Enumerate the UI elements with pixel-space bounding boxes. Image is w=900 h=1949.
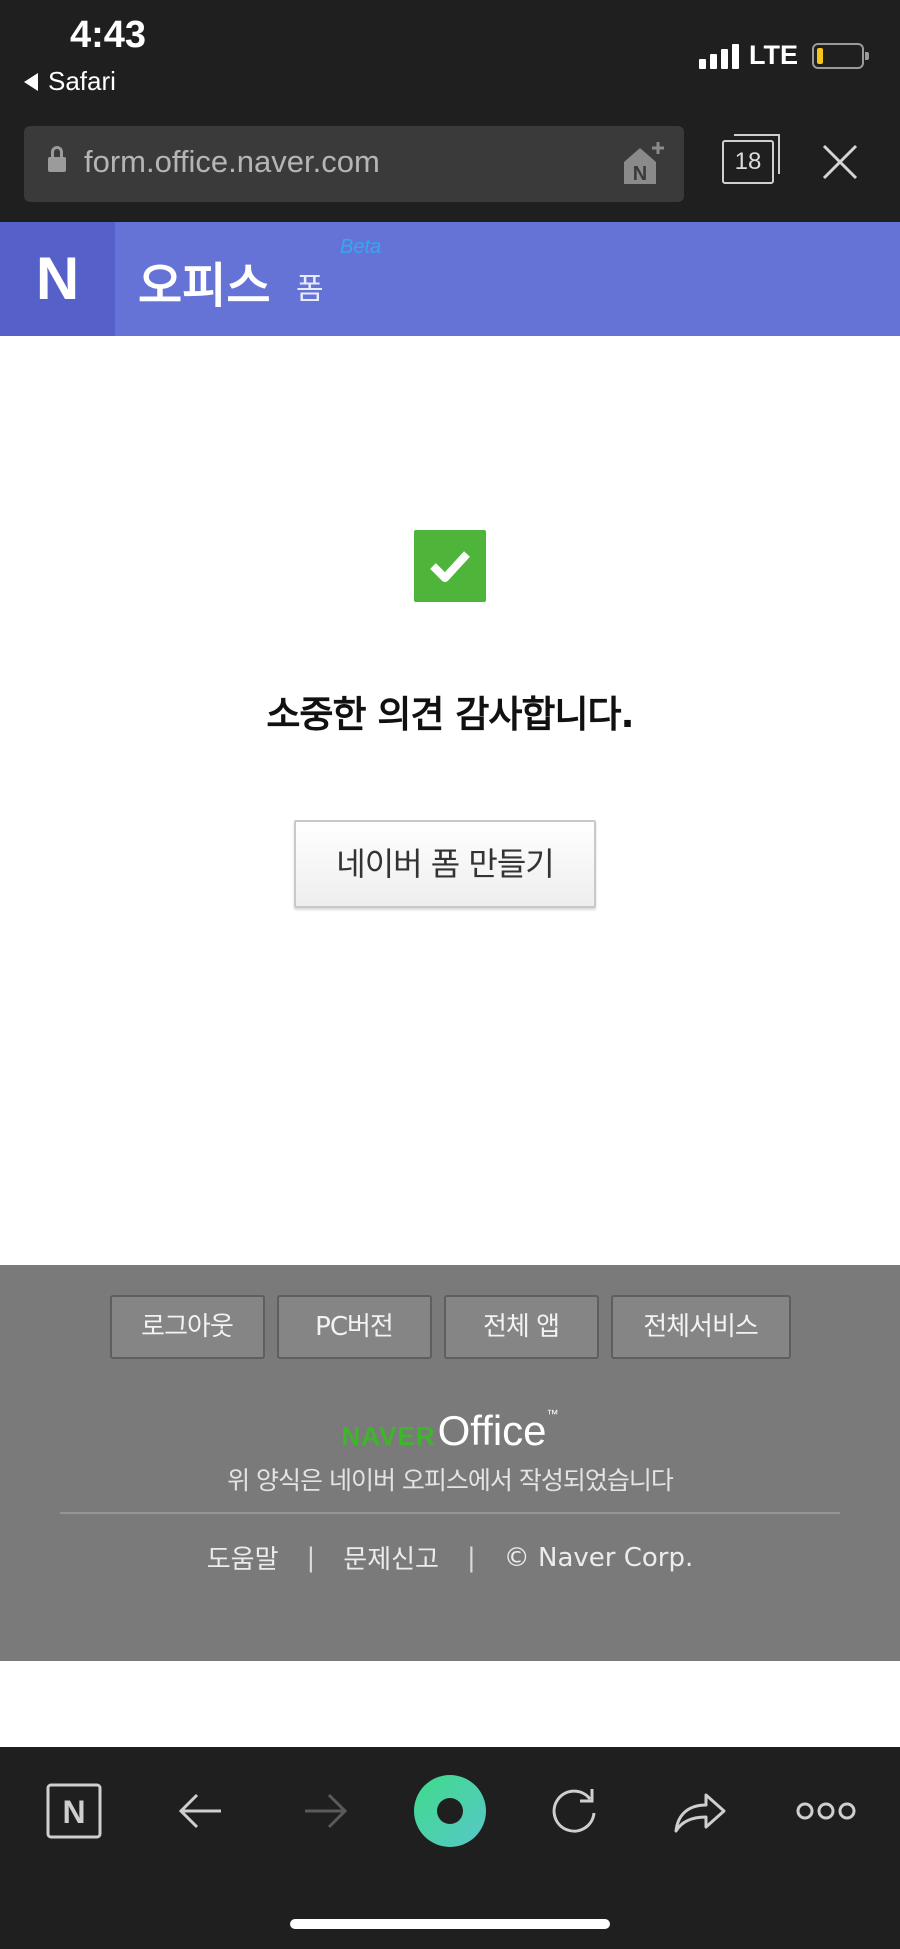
status-bar: 4:43 Safari LTE [0,0,900,118]
footer-buttons: 로그아웃 PC버전 전체 앱 전체서비스 [0,1295,900,1359]
back-app-label: Safari [48,66,116,96]
brand-naver: NAVER [341,1421,436,1451]
brand-office: Office [437,1407,547,1454]
beta-badge: Beta [340,236,382,258]
forward-arrow-icon[interactable] [294,1779,358,1843]
close-icon[interactable] [820,142,860,182]
brand-trademark: ™ [546,1407,559,1421]
url-text: form.office.naver.com [84,144,380,179]
back-to-app-link[interactable]: Safari [24,66,116,97]
link-separator: | [306,1542,316,1573]
browser-bar: form.office.naver.com N 18 [0,118,900,222]
add-to-home-icon[interactable]: N [620,140,666,186]
tabs-button[interactable]: 18 [722,134,780,184]
back-arrow-icon[interactable] [168,1779,232,1843]
created-with-note: 위 양식은 네이버 오피스에서 작성되었습니다 [227,1466,674,1495]
more-icon[interactable] [794,1779,858,1843]
share-icon[interactable] [668,1779,732,1843]
home-indicator [290,1919,610,1929]
thank-you-message: 소중한 의견 감사합니다. [266,693,634,736]
footer-links: 도움말 | 문제신고 | © Naver Corp. [0,1539,900,1576]
naver-logo[interactable]: N [0,222,115,336]
logout-button[interactable]: 로그아웃 [109,1295,265,1359]
green-dot-icon[interactable] [412,1773,488,1849]
lock-icon [48,146,66,176]
report-link[interactable]: 문제신고 [343,1539,439,1576]
svg-text:N: N [62,1794,85,1830]
battery-level [817,47,823,64]
address-bar[interactable]: form.office.naver.com N [24,126,684,202]
link-separator: | [466,1542,476,1573]
bottom-toolbar: N [0,1747,900,1949]
app-header: N 오피스 폼 Beta [0,222,900,336]
app-title[interactable]: 오피스 [138,246,270,316]
app-subtitle: 폼 [296,272,324,307]
svg-text:N: N [633,163,647,185]
status-time: 4:43 [70,14,147,56]
footer-divider [60,1512,840,1514]
naver-office-brand: NAVEROffice™ [0,1407,900,1455]
back-triangle-icon [24,72,38,91]
naver-logo-letter: N [35,245,80,312]
create-naver-form-button[interactable]: 네이버 폼 만들기 [294,820,596,908]
help-link[interactable]: 도움말 [207,1539,279,1576]
naver-home-icon[interactable]: N [42,1779,106,1843]
battery-icon [812,42,869,69]
signal-icon [699,43,739,69]
network-label: LTE [749,40,798,70]
check-icon [414,530,486,602]
pc-version-button[interactable]: PC버전 [276,1295,432,1359]
footer: 로그아웃 PC버전 전체 앱 전체서비스 NAVEROffice™ 위 양식은 … [0,1265,900,1661]
all-apps-button[interactable]: 전체 앱 [443,1295,599,1359]
copyright-text: © Naver Corp. [503,1542,694,1573]
status-indicators: LTE [699,40,869,71]
all-services-button[interactable]: 전체서비스 [610,1295,791,1359]
reload-icon[interactable] [542,1779,606,1843]
